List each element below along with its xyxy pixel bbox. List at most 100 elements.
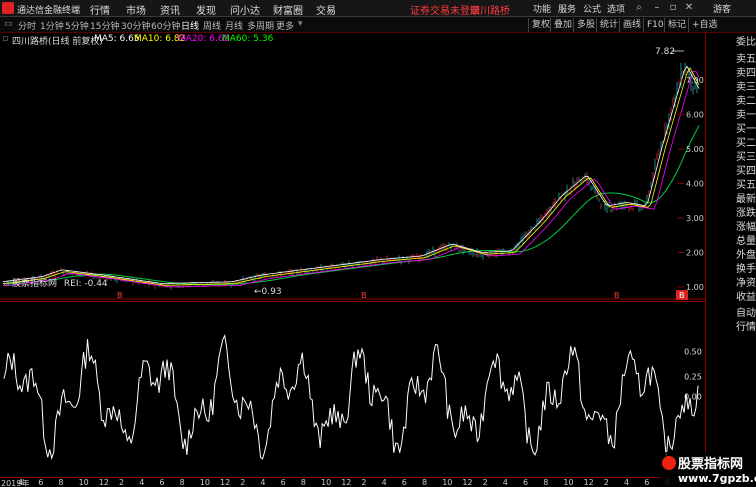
ma-info-line: ▫ 四川路桥(日线 前复权) ◦ MA5: 6.65 MA10: 6.82 MA… bbox=[0, 33, 705, 47]
watermark-title: 股票指标网 bbox=[678, 457, 744, 472]
quote-field-label[interactable]: 行情 bbox=[736, 322, 756, 333]
period-tab[interactable]: 1分钟 bbox=[40, 19, 64, 32]
date-axis: 2019年 4 6 8 10 12 2 4 6 8 10 12 2 4 6 8 10 12 2 4 6 8 10 12 2 4 6 8… bbox=[0, 477, 705, 487]
toolbar-mark[interactable]: 标记 bbox=[664, 18, 689, 32]
chevron-down-icon[interactable]: ▾ bbox=[298, 19, 303, 29]
period-tab[interactable]: 周线 bbox=[203, 19, 221, 32]
toolbar-stats[interactable]: 统计 bbox=[596, 18, 621, 32]
period-tab[interactable]: 分时 bbox=[18, 19, 36, 32]
quote-field-label: 买三 bbox=[736, 152, 756, 163]
period-tab-active[interactable]: 日线 bbox=[181, 19, 199, 32]
quote-field-label: 总量 bbox=[736, 236, 756, 247]
quote-field-label: 最新 bbox=[736, 194, 756, 205]
quote-field-label[interactable]: 自动 bbox=[736, 308, 756, 319]
close-icon[interactable]: ✕ bbox=[682, 1, 696, 15]
date-axis-label: 8 bbox=[422, 478, 428, 487]
date-axis-label: 4 bbox=[18, 478, 24, 487]
quote-field-label: 收益 bbox=[736, 292, 756, 303]
date-axis-label: 2 bbox=[482, 478, 488, 487]
minimize-icon[interactable]: – bbox=[650, 1, 664, 15]
quote-field-label: 买四 bbox=[736, 166, 756, 177]
quote-field-label: 卖五 bbox=[736, 54, 756, 65]
menu-item-trade[interactable]: 交易 bbox=[316, 2, 336, 17]
menu-item-wealth[interactable]: 财富圈 bbox=[273, 2, 303, 17]
price-axis-label: 1.00 bbox=[686, 283, 704, 292]
watermark-logo-icon bbox=[662, 456, 676, 470]
date-axis-label: 6 bbox=[38, 478, 44, 487]
candlestick-chart[interactable]: 7.006.005.004.003.002.001.00 7.82 ←0.93 … bbox=[0, 45, 705, 300]
price-axis-label: 5.00 bbox=[686, 145, 704, 154]
high-price-label: 7.82 bbox=[655, 47, 675, 57]
low-price-label: ←0.93 bbox=[254, 287, 282, 297]
buy-marker: B bbox=[117, 291, 123, 300]
ma20-line bbox=[3, 70, 700, 288]
date-axis-label: 4 bbox=[139, 478, 145, 487]
menu-item-discover[interactable]: 发现 bbox=[196, 2, 216, 17]
watermark: 股票指标网 www.7gpzb.com bbox=[660, 452, 756, 487]
menu-item-wenxiaoda[interactable]: 问小达 bbox=[230, 2, 260, 17]
price-axis-label: 6.00 bbox=[686, 111, 704, 120]
menu-function[interactable]: 功能 bbox=[533, 2, 551, 15]
restore-icon[interactable]: ▫ bbox=[666, 1, 680, 15]
guest-label[interactable]: 游客 bbox=[713, 2, 731, 15]
rei-axis-label: 0.50 bbox=[684, 348, 702, 357]
date-axis-label: 10 bbox=[199, 478, 210, 487]
period-tab[interactable]: 15分钟 bbox=[90, 19, 119, 32]
quote-field-label: 涨幅 bbox=[736, 222, 756, 233]
quote-field-label: 委比 bbox=[736, 37, 756, 48]
price-axis-label: 3.00 bbox=[686, 214, 704, 223]
rei-indicator-chart[interactable]: 0.50 0.25 0.00 bbox=[0, 301, 705, 477]
menu-formula[interactable]: 公式 bbox=[583, 2, 601, 15]
quote-side-panel: 委比 卖五 卖四 卖三 卖二 卖一 买一 买二 买三 买四 买五 最新 涨跌 涨幅 总量 外盘 换手 净资 收益 自动… bbox=[705, 33, 756, 487]
price-axis-label: 7.00 bbox=[686, 76, 704, 85]
toolbar-overlay[interactable]: 叠加 bbox=[550, 18, 575, 32]
menu-item-news[interactable]: 资讯 bbox=[160, 2, 180, 17]
date-axis-label: 10 bbox=[442, 478, 453, 487]
toolbar-add-fav[interactable]: +自选 bbox=[688, 18, 721, 32]
menu-options[interactable]: 选项 bbox=[607, 2, 625, 15]
menu-service[interactable]: 服务 bbox=[558, 2, 576, 15]
date-axis-label: 12 bbox=[341, 478, 352, 487]
toolbar-draw[interactable]: 画线 bbox=[619, 18, 644, 32]
date-axis-label: 2 bbox=[240, 478, 246, 487]
date-axis-label: 8 bbox=[58, 478, 64, 487]
period-tab[interactable]: 月线 bbox=[225, 19, 243, 32]
rei-axis-label: 0.25 bbox=[684, 373, 702, 382]
period-tab[interactable]: 5分钟 bbox=[65, 19, 89, 32]
period-tab[interactable]: 多周期 bbox=[247, 19, 274, 32]
ma5-line bbox=[2, 65, 700, 285]
watermark-url: www.7gpzb.com bbox=[678, 472, 756, 485]
date-axis-label: 8 bbox=[543, 478, 549, 487]
toggle-icon[interactable]: ◦ bbox=[86, 34, 91, 44]
price-axis-label: 2.00 bbox=[686, 249, 704, 258]
indicator-name[interactable]: 股票指标网 bbox=[12, 279, 57, 289]
ma60-value: MA60: 5.36 bbox=[222, 34, 274, 44]
layout-icon[interactable]: ▭ bbox=[4, 19, 13, 29]
date-axis-label: 6 bbox=[401, 478, 407, 487]
quote-field-label: 换手 bbox=[736, 264, 756, 275]
period-tab[interactable]: 更多 bbox=[276, 19, 294, 32]
period-tab[interactable]: 30分钟 bbox=[121, 19, 150, 32]
search-icon[interactable]: ⌕ bbox=[632, 1, 646, 15]
rei-line bbox=[3, 334, 699, 460]
date-axis-label: 6 bbox=[159, 478, 165, 487]
date-axis-label: 4 bbox=[502, 478, 508, 487]
indicator-box-icon[interactable]: ▫ bbox=[3, 279, 9, 289]
date-axis-label: 6 bbox=[523, 478, 529, 487]
menu-item-market[interactable]: 市场 bbox=[126, 2, 146, 17]
menu-item-hq[interactable]: 行情 bbox=[90, 2, 110, 17]
quote-field-label: 买二 bbox=[736, 138, 756, 149]
date-axis-label: 6 bbox=[644, 478, 650, 487]
date-axis-label: 4 bbox=[624, 478, 630, 487]
app-logo-icon bbox=[2, 2, 14, 14]
date-axis-label: 8 bbox=[300, 478, 306, 487]
ma5-value: MA5: 6.65 bbox=[94, 34, 140, 44]
date-axis-label: 2 bbox=[119, 478, 125, 487]
quote-field-label: 卖四 bbox=[736, 68, 756, 79]
period-tab[interactable]: 60分钟 bbox=[151, 19, 180, 32]
toolbar-multi[interactable]: 多股 bbox=[573, 18, 598, 32]
date-axis-label: 8 bbox=[179, 478, 185, 487]
date-axis-label: 2019年 bbox=[1, 479, 30, 487]
rei-axis-label: 0.00 bbox=[684, 392, 702, 401]
date-axis-label: 2 bbox=[603, 478, 609, 487]
